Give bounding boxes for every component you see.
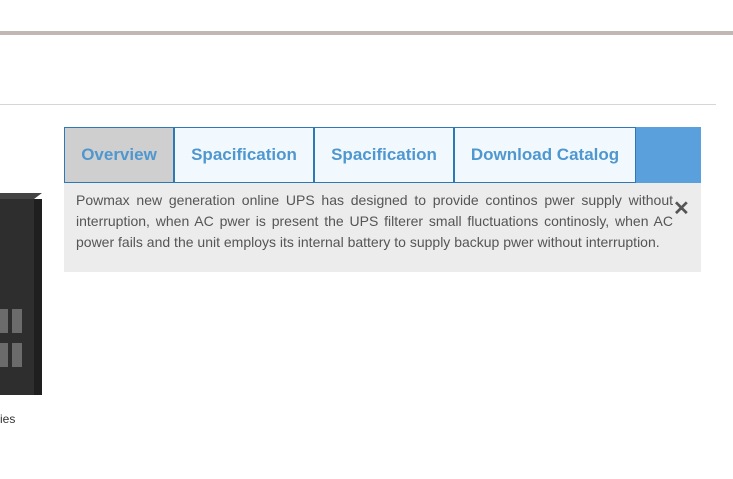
close-icon[interactable]: ✕ xyxy=(673,199,690,219)
tab-spacification-1[interactable]: Spacification xyxy=(174,127,314,183)
overview-panel: Powmax new generation online UPS has des… xyxy=(64,183,701,272)
tab-spacification-2[interactable]: Spacification xyxy=(314,127,454,183)
section-divider xyxy=(0,104,716,105)
product-caption: ies xyxy=(0,412,16,426)
overview-description: Powmax new generation online UPS has des… xyxy=(76,192,673,250)
tab-overview[interactable]: Overview xyxy=(64,127,174,183)
header-accent-bar xyxy=(0,31,733,35)
product-tabs: Overview Spacification Spacification Dow… xyxy=(64,127,701,183)
ups-product-image[interactable] xyxy=(0,193,44,397)
tab-download-catalog[interactable]: Download Catalog xyxy=(454,127,636,183)
